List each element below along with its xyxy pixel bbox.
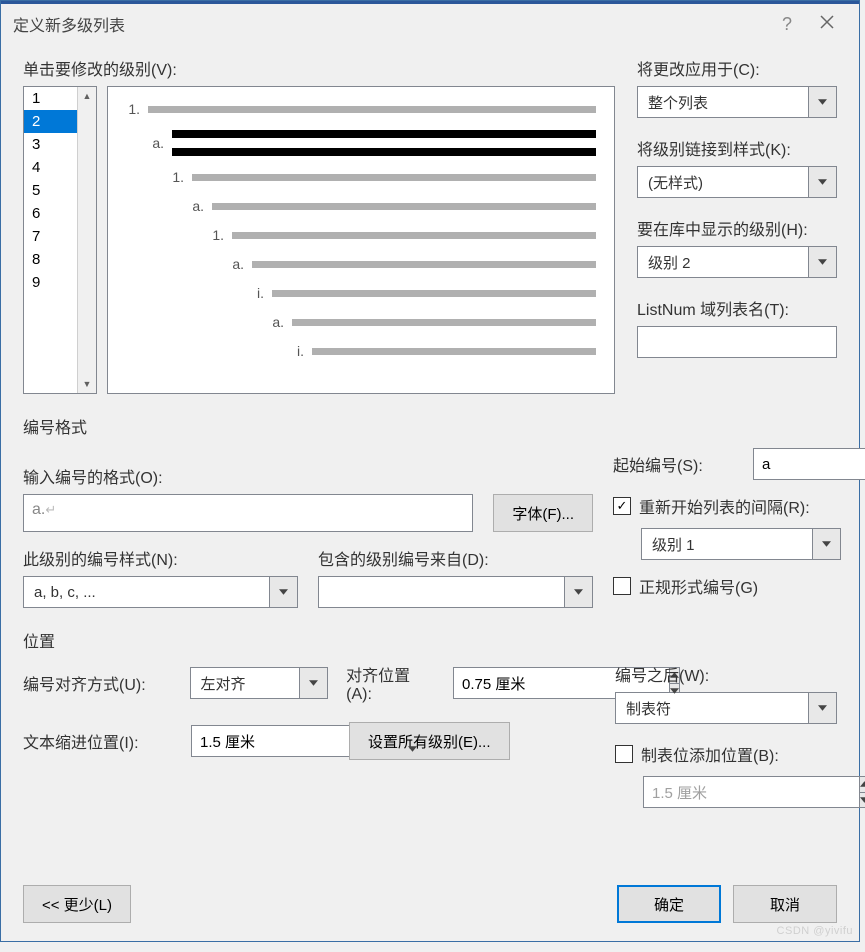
apply-changes-label: 将更改应用于(C): bbox=[637, 56, 837, 80]
number-align-combo[interactable]: 左对齐 bbox=[190, 667, 329, 699]
chevron-down-icon[interactable] bbox=[809, 166, 837, 198]
spin-up-icon[interactable] bbox=[860, 776, 865, 792]
level-item-7[interactable]: 7 bbox=[24, 225, 77, 248]
start-at-input[interactable] bbox=[753, 448, 865, 480]
help-icon[interactable]: ? bbox=[767, 14, 807, 35]
include-from-combo[interactable] bbox=[318, 576, 593, 608]
chevron-down-icon[interactable] bbox=[300, 667, 328, 699]
restart-level-combo[interactable]: 级别 1 bbox=[641, 528, 841, 560]
preview-marker: 1. bbox=[126, 101, 140, 117]
apply-changes-combo[interactable]: 整个列表 bbox=[637, 86, 837, 118]
level-item-3[interactable]: 3 bbox=[24, 133, 77, 156]
link-style-value: (无样式) bbox=[637, 166, 809, 198]
aligned-at-label: 对齐位置(A): bbox=[346, 662, 435, 704]
preview-row: a. bbox=[126, 314, 596, 330]
preview-row: i. bbox=[126, 285, 596, 301]
start-at-label: 起始编号(S): bbox=[613, 452, 743, 476]
preview-marker: a. bbox=[270, 314, 284, 330]
legal-style-label: 正规形式编号(G) bbox=[639, 574, 758, 598]
position-heading: 位置 bbox=[23, 628, 837, 652]
include-from-value bbox=[318, 576, 565, 608]
follow-number-value: 制表符 bbox=[615, 692, 809, 724]
follow-number-label: 编号之后(W): bbox=[615, 662, 837, 686]
aligned-at-spinner[interactable] bbox=[453, 667, 593, 699]
follow-number-combo[interactable]: 制表符 bbox=[615, 692, 837, 724]
preview-row: a. bbox=[126, 130, 596, 156]
listnum-label: ListNum 域列表名(T): bbox=[637, 296, 837, 320]
restart-level-value: 级别 1 bbox=[641, 528, 813, 560]
preview-marker: i. bbox=[250, 285, 264, 301]
chevron-down-icon[interactable] bbox=[809, 86, 837, 118]
add-tab-stop-label: 制表位添加位置(B): bbox=[641, 742, 779, 766]
cancel-button[interactable]: 取消 bbox=[733, 885, 837, 923]
text-indent-label: 文本缩进位置(I): bbox=[23, 729, 173, 753]
level-item-9[interactable]: 9 bbox=[24, 271, 77, 294]
preview-marker: 1. bbox=[210, 227, 224, 243]
number-style-label: 此级别的编号样式(N): bbox=[23, 546, 298, 570]
preview-marker: i. bbox=[290, 343, 304, 359]
spin-down-icon[interactable] bbox=[860, 792, 865, 809]
tab-stop-input[interactable] bbox=[643, 776, 860, 808]
number-format-input[interactable]: a.↵ bbox=[23, 494, 473, 532]
gallery-level-value: 级别 2 bbox=[637, 246, 809, 278]
preview-marker: a. bbox=[190, 198, 204, 214]
chevron-down-icon[interactable] bbox=[813, 528, 841, 560]
preview-row: 1. bbox=[126, 169, 596, 185]
ok-button[interactable]: 确定 bbox=[617, 885, 721, 923]
link-style-label: 将级别链接到样式(K): bbox=[637, 136, 837, 160]
number-align-label: 编号对齐方式(U): bbox=[23, 671, 172, 695]
close-icon[interactable] bbox=[807, 15, 847, 34]
text-indent-spinner[interactable] bbox=[191, 725, 331, 757]
watermark: CSDN @yivifu bbox=[777, 925, 853, 937]
level-item-5[interactable]: 5 bbox=[24, 179, 77, 202]
enter-format-label: 输入编号的格式(O): bbox=[23, 464, 593, 488]
scroll-down-icon[interactable]: ▼ bbox=[78, 375, 96, 393]
preview-marker: a. bbox=[230, 256, 244, 272]
gallery-level-combo[interactable]: 级别 2 bbox=[637, 246, 837, 278]
level-item-6[interactable]: 6 bbox=[24, 202, 77, 225]
start-at-spinner[interactable] bbox=[753, 448, 841, 480]
chevron-down-icon[interactable] bbox=[270, 576, 298, 608]
listnum-input[interactable] bbox=[637, 326, 837, 358]
number-format-heading: 编号格式 bbox=[23, 414, 837, 438]
level-item-8[interactable]: 8 bbox=[24, 248, 77, 271]
preview-row: 1. bbox=[126, 101, 596, 117]
define-multilevel-list-dialog: 定义新多级列表 ? 单击要修改的级别(V): 123456789 ▲ ▼ bbox=[0, 0, 860, 942]
level-item-1[interactable]: 1 bbox=[24, 87, 77, 110]
legal-style-checkbox[interactable] bbox=[613, 577, 631, 595]
chevron-down-icon[interactable] bbox=[809, 246, 837, 278]
add-tab-stop-checkbox[interactable] bbox=[615, 745, 633, 763]
preview-marker: 1. bbox=[170, 169, 184, 185]
level-listbox[interactable]: 123456789 ▲ ▼ bbox=[23, 86, 97, 394]
tab-stop-spinner[interactable] bbox=[643, 776, 773, 808]
list-preview: 1. a. 1. a. 1. a. i. a. i. bbox=[107, 86, 615, 394]
restart-list-label: 重新开始列表的间隔(R): bbox=[639, 494, 810, 518]
set-all-levels-button[interactable]: 设置所有级别(E)... bbox=[349, 722, 510, 760]
include-from-label: 包含的级别编号来自(D): bbox=[318, 546, 593, 570]
level-scrollbar[interactable]: ▲ ▼ bbox=[77, 87, 96, 393]
preview-marker: a. bbox=[150, 135, 164, 151]
restart-list-checkbox[interactable] bbox=[613, 497, 631, 515]
number-style-combo[interactable]: a, b, c, ... bbox=[23, 576, 298, 608]
number-style-value: a, b, c, ... bbox=[23, 576, 270, 608]
level-to-modify-label: 单击要修改的级别(V): bbox=[23, 56, 615, 80]
link-style-combo[interactable]: (无样式) bbox=[637, 166, 837, 198]
font-button[interactable]: 字体(F)... bbox=[493, 494, 593, 532]
preview-row: 1. bbox=[126, 227, 596, 243]
dialog-title: 定义新多级列表 bbox=[13, 12, 767, 36]
titlebar: 定义新多级列表 ? bbox=[1, 4, 859, 44]
preview-row: i. bbox=[126, 343, 596, 359]
preview-row: a. bbox=[126, 256, 596, 272]
less-button[interactable]: << 更少(L) bbox=[23, 885, 131, 923]
level-item-4[interactable]: 4 bbox=[24, 156, 77, 179]
chevron-down-icon[interactable] bbox=[809, 692, 837, 724]
scroll-up-icon[interactable]: ▲ bbox=[78, 87, 96, 105]
chevron-down-icon[interactable] bbox=[565, 576, 593, 608]
preview-row: a. bbox=[126, 198, 596, 214]
number-align-value: 左对齐 bbox=[190, 667, 301, 699]
apply-changes-value: 整个列表 bbox=[637, 86, 809, 118]
level-item-2[interactable]: 2 bbox=[24, 110, 77, 133]
gallery-level-label: 要在库中显示的级别(H): bbox=[637, 216, 837, 240]
